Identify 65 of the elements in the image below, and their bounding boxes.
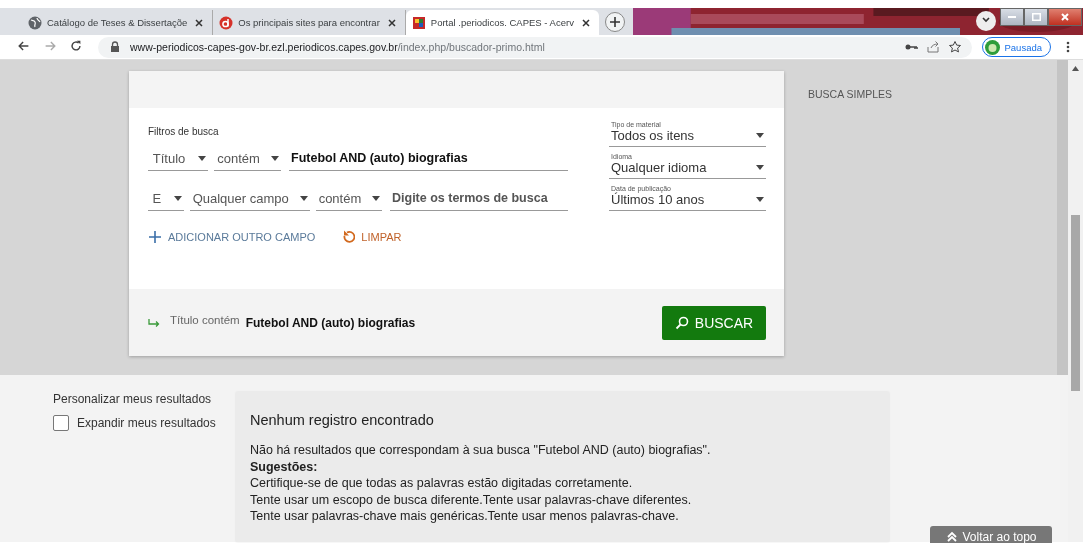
back-to-top-button[interactable]: Voltar ao topo <box>930 526 1052 543</box>
filters-label: Filtros de busca <box>148 126 220 137</box>
search-icon <box>674 315 689 330</box>
checkbox-label: Expandir meus resultados <box>77 416 216 430</box>
caret-icon <box>173 195 182 201</box>
close-icon <box>1061 13 1069 21</box>
close-button[interactable] <box>1048 8 1082 26</box>
query-summary: Futebol AND (auto) biografias <box>245 315 416 330</box>
search-button[interactable]: BUSCAR <box>662 305 766 340</box>
url-text: www-periodicos-capes-gov-br.ezl.periodicos.capes.gov.br/index.php/buscador-primo.html <box>130 41 545 53</box>
caret-icon <box>299 195 308 201</box>
caret-icon <box>198 155 206 161</box>
new-tab-button[interactable] <box>604 12 625 32</box>
back-icon <box>17 39 31 53</box>
address-bar[interactable]: www-periodicos-capes-gov-br.ezl.periodicos.capes.gov.br/index.php/buscador-primo.html <box>98 36 973 58</box>
suggestion-text: Tente usar palavras-chave mais genéricas.Tente usar menos palavras-chave. <box>250 508 680 525</box>
dropdown[interactable]: Qualquer campo <box>189 186 310 211</box>
plus-icon <box>609 17 620 27</box>
caret-icon <box>756 165 764 170</box>
scroll-up-icon[interactable] <box>1072 66 1079 71</box>
browser-tab[interactable]: Portal .periodicos. CAPES - Acerv <box>405 10 599 35</box>
section-title: Personalizar meus resultados <box>53 392 213 406</box>
scrollbar[interactable] <box>1068 60 1083 542</box>
checkbox[interactable] <box>53 415 69 431</box>
search-field[interactable]: Futebol AND (auto) biografias <box>289 146 568 171</box>
query-summary-label: Título contém <box>170 313 240 326</box>
caret-icon <box>372 195 380 201</box>
forward-icon <box>43 39 57 53</box>
suggestion-text: Tente usar um escopo de busca diferente.Tente usar palavras-chave diferentes. <box>250 491 693 508</box>
lock-icon <box>108 40 122 54</box>
clear-link[interactable]: LIMPAR <box>341 230 402 244</box>
tab-title: Os principais sites para encontrar <box>238 17 380 28</box>
results-title: Nenhum registro encontrado <box>250 412 435 428</box>
dropdown[interactable]: contém <box>214 146 281 171</box>
minimize-button[interactable] <box>1000 8 1024 26</box>
dropdown[interactable]: E <box>148 186 184 211</box>
caret-icon <box>756 197 764 202</box>
expand-checkbox[interactable]: Expandir meus resultados <box>53 415 223 431</box>
caret-icon <box>756 133 764 138</box>
share-icon[interactable] <box>926 40 941 54</box>
suggestion-text: Certifique-se de que todas as palavras estão digitadas corretamente. <box>250 475 634 492</box>
search-field[interactable]: Digite os termos de busca <box>390 186 568 211</box>
dropdown[interactable]: contém <box>315 186 382 211</box>
arrow-icon <box>148 318 160 327</box>
maximize-icon <box>1031 13 1041 21</box>
avatar-icon <box>985 39 1001 55</box>
site-icon <box>411 15 426 30</box>
maximize-button[interactable] <box>1024 8 1048 26</box>
profile-button[interactable]: Pausada <box>982 37 1051 57</box>
suggestions-heading: Sugestões: <box>250 458 319 475</box>
caret-icon <box>271 155 279 161</box>
reset-icon <box>341 230 356 244</box>
site-icon <box>219 15 234 30</box>
tab-title: Catálogo de Teses & Dissertaçõe <box>47 17 188 28</box>
results-message: Não há resultados que correspondam à sua busca "Futebol AND (auto) biografias". <box>250 442 712 459</box>
star-icon[interactable] <box>948 40 963 54</box>
globe-icon <box>28 15 42 30</box>
dropdown[interactable]: Título <box>148 146 208 171</box>
add-field-link[interactable]: ADICIONAR OUTRO CAMPO <box>148 230 316 244</box>
scroll-thumb[interactable] <box>1071 215 1080 391</box>
search-mode-label: BUSCA SIMPLES <box>808 88 893 102</box>
plus-icon <box>148 230 162 244</box>
minimize-icon <box>1008 16 1016 18</box>
tab-title: Portal .periodicos. CAPES - Acerv <box>430 17 574 28</box>
reload-icon <box>69 39 83 53</box>
